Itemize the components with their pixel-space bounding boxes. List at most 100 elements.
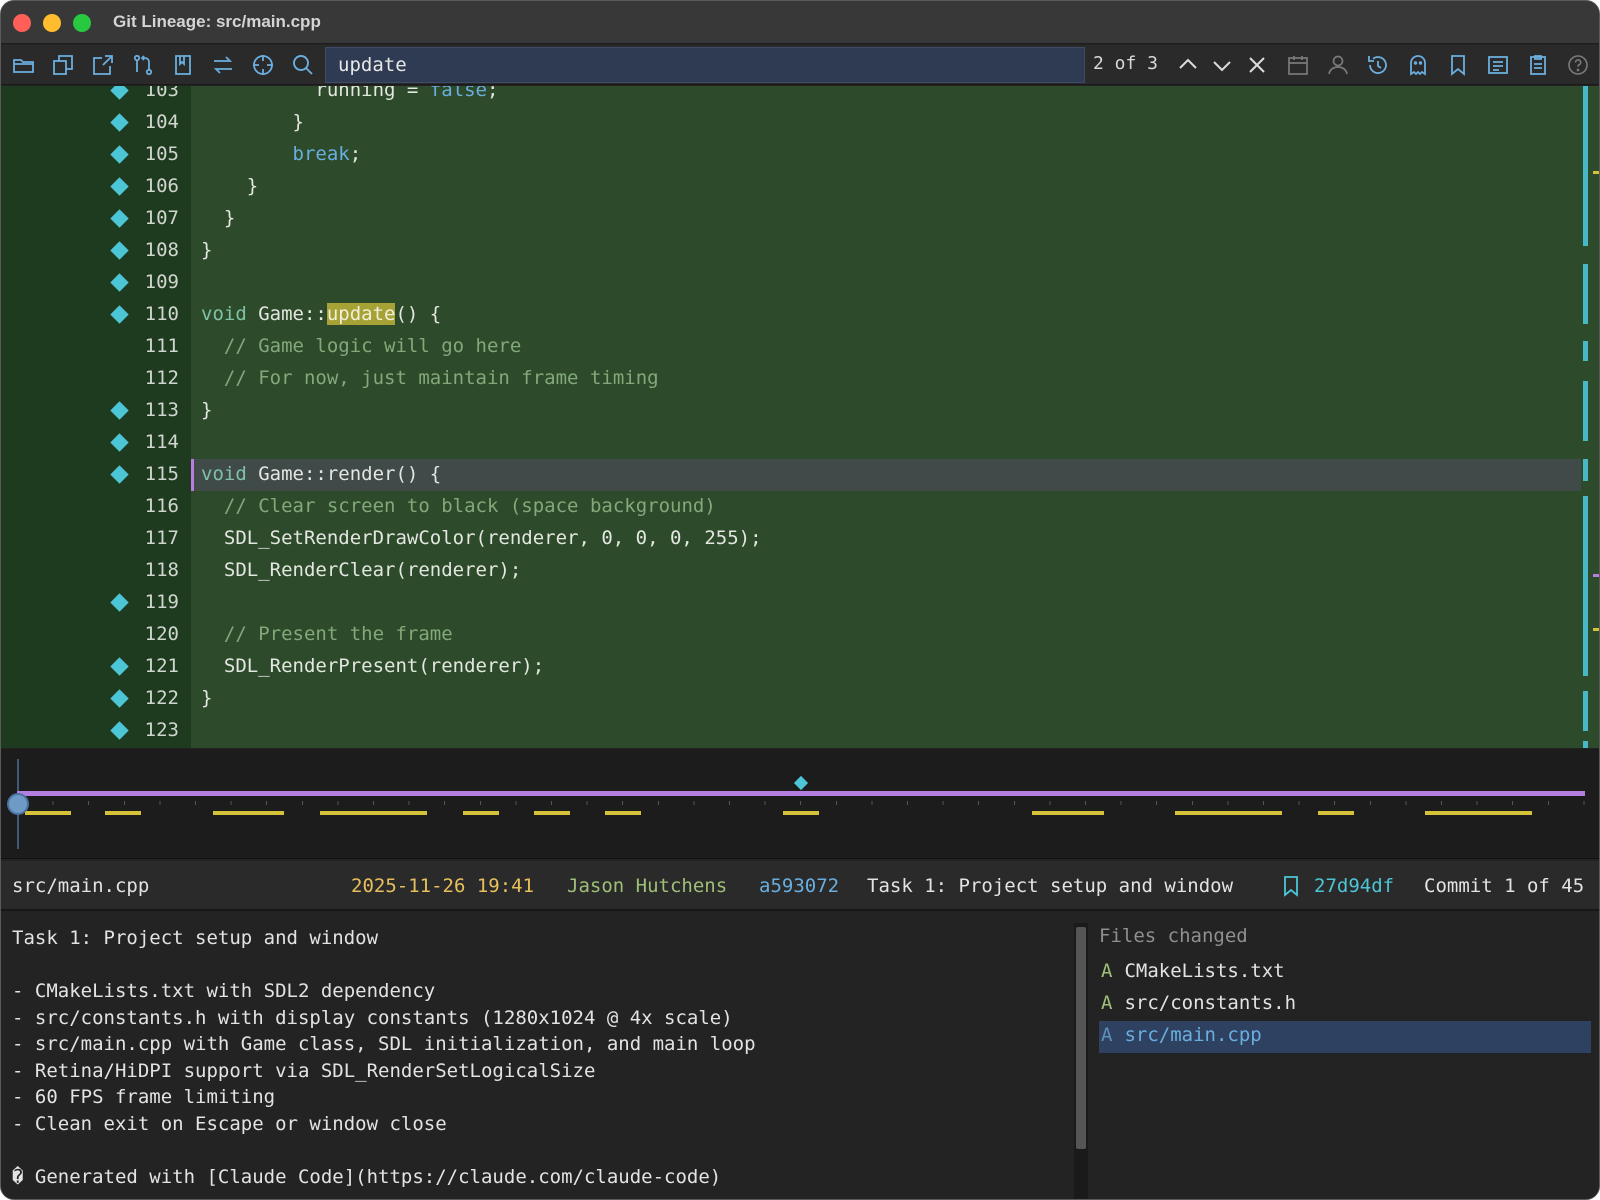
- zoom-window-button[interactable]: [73, 14, 91, 32]
- bookmark-icon[interactable]: [1281, 875, 1301, 897]
- file-row[interactable]: A CMakeLists.txt: [1099, 957, 1591, 989]
- code-line[interactable]: 107 }: [1, 203, 1581, 235]
- ghost-icon[interactable]: [1405, 52, 1431, 78]
- code-line[interactable]: 115 void Game::render() {: [1, 459, 1581, 491]
- timeline-segment: [1318, 811, 1354, 815]
- code-line[interactable]: 119: [1, 587, 1581, 619]
- change-diamond-icon[interactable]: [110, 305, 129, 324]
- code-text: void Game::update() {: [201, 303, 442, 325]
- status-bookmark-hash[interactable]: 27d94df: [1314, 875, 1394, 897]
- code-text: SDL_RenderPresent(renderer);: [201, 655, 545, 677]
- code-text: running = false;: [201, 86, 499, 101]
- scrollbar-thumb[interactable]: [1076, 927, 1086, 1149]
- minimize-window-button[interactable]: [43, 14, 61, 32]
- chevron-down-icon[interactable]: [1209, 52, 1235, 78]
- change-diamond-icon[interactable]: [110, 689, 129, 708]
- change-diamond-icon[interactable]: [110, 241, 129, 260]
- window-title: Git Lineage: src/main.cpp: [113, 12, 321, 31]
- timeline-scrubber-handle[interactable]: [7, 793, 29, 815]
- change-diamond-icon[interactable]: [110, 209, 129, 228]
- code-text: }: [201, 111, 304, 133]
- code-line[interactable]: 110 void Game::update() {: [1, 299, 1581, 331]
- timeline-segment: [213, 811, 284, 815]
- search-input[interactable]: [338, 48, 1058, 82]
- code-line[interactable]: 105 break;: [1, 139, 1581, 171]
- change-diamond-icon[interactable]: [110, 273, 129, 292]
- minimap-change-bar: [1583, 341, 1588, 361]
- details-pane: Task 1: Project setup and window - CMake…: [1, 913, 1599, 1199]
- change-diamond-icon[interactable]: [110, 465, 129, 484]
- user-icon[interactable]: [1325, 52, 1351, 78]
- timeline-track[interactable]: [17, 791, 1585, 796]
- code-editor[interactable]: 103 running = false; 104 } 105 break; 106 }…: [1, 86, 1599, 748]
- close-search-icon[interactable]: [1244, 52, 1270, 78]
- code-line[interactable]: 111 // Game logic will go here: [1, 331, 1581, 363]
- code-line[interactable]: 113}: [1, 395, 1581, 427]
- clipboard-icon[interactable]: [1525, 52, 1551, 78]
- change-diamond-icon[interactable]: [110, 433, 129, 452]
- notes-icon[interactable]: [1485, 52, 1511, 78]
- file-row-selected[interactable]: Asrc/main.cpp: [1099, 1021, 1591, 1053]
- code-line[interactable]: 109: [1, 267, 1581, 299]
- minimap-change-bar: [1583, 741, 1588, 748]
- status-commit-hash[interactable]: a593072: [759, 875, 839, 897]
- change-diamond-icon[interactable]: [110, 113, 129, 132]
- code-line[interactable]: 122}: [1, 683, 1581, 715]
- change-diamond-icon[interactable]: [110, 145, 129, 164]
- change-diamond-icon[interactable]: [110, 721, 129, 740]
- change-diamond-icon[interactable]: [110, 401, 129, 420]
- toolbar: 2 of 3: [1, 45, 1599, 85]
- line-number: 123: [144, 719, 179, 741]
- code-line[interactable]: 116 // Clear screen to black (space back…: [1, 491, 1581, 523]
- timeline-segment: [1425, 811, 1532, 815]
- book-icon[interactable]: [170, 52, 196, 78]
- external-link-icon[interactable]: [90, 52, 116, 78]
- code-line[interactable]: 117 SDL_SetRenderDrawColor(renderer, 0, …: [1, 523, 1581, 555]
- file-row[interactable]: Asrc/constants.h: [1099, 989, 1591, 1021]
- commit-timeline[interactable]: [1, 749, 1599, 859]
- chevron-up-icon[interactable]: [1175, 52, 1201, 78]
- code-line[interactable]: 106 }: [1, 171, 1581, 203]
- minimap-match-mark: [1593, 171, 1599, 174]
- code-line[interactable]: 114: [1, 427, 1581, 459]
- line-number: 118: [144, 559, 179, 581]
- status-bar: src/main.cpp 2025-11-26 19:41 Jason Hutc…: [1, 861, 1599, 911]
- code-line[interactable]: 108}: [1, 235, 1581, 267]
- calendar-icon[interactable]: [1285, 52, 1311, 78]
- code-line[interactable]: 120 // Present the frame: [1, 619, 1581, 651]
- code-text: // Clear screen to black (space backgrou…: [223, 495, 716, 517]
- search-icon[interactable]: [290, 52, 316, 78]
- timeline-segment: [1175, 811, 1282, 815]
- change-diamond-icon[interactable]: [110, 593, 129, 612]
- line-number: 113: [144, 399, 179, 421]
- status-commit-index: Commit 1 of 45: [1424, 875, 1585, 897]
- code-line[interactable]: 118 SDL_RenderClear(renderer);: [1, 555, 1581, 587]
- status-commit-subject: Task 1: Project setup and window: [867, 875, 1234, 897]
- code-line[interactable]: 104 }: [1, 107, 1581, 139]
- line-number: 122: [144, 687, 179, 709]
- help-icon[interactable]: [1565, 52, 1591, 78]
- change-diamond-icon[interactable]: [110, 86, 129, 100]
- line-number: 103: [144, 86, 179, 101]
- bookmark-icon[interactable]: [1445, 52, 1471, 78]
- code-line[interactable]: 103 running = false;: [1, 86, 1581, 107]
- change-diamond-icon[interactable]: [110, 177, 129, 196]
- branch-compare-icon[interactable]: [130, 52, 156, 78]
- app-window: Git Lineage: src/main.cpp 2 of 3: [0, 0, 1600, 1200]
- copy-icon[interactable]: [50, 52, 76, 78]
- code-line[interactable]: 123: [1, 715, 1581, 747]
- history-icon[interactable]: [1365, 52, 1391, 78]
- code-text: SDL_RenderClear(renderer);: [201, 559, 522, 581]
- minimap-match-mark: [1593, 628, 1599, 631]
- open-folder-icon[interactable]: [11, 52, 37, 78]
- status-author: Jason Hutchens: [567, 875, 728, 897]
- swap-icon[interactable]: [210, 52, 236, 78]
- code-line[interactable]: 121 SDL_RenderPresent(renderer);: [1, 651, 1581, 683]
- code-line[interactable]: 112 // For now, just maintain frame timi…: [1, 363, 1581, 395]
- crosshair-icon[interactable]: [250, 52, 276, 78]
- change-diamond-icon[interactable]: [110, 657, 129, 676]
- status-commit-date: 2025-11-26 19:41: [351, 875, 535, 897]
- close-window-button[interactable]: [13, 14, 31, 32]
- line-number: 105: [144, 143, 179, 165]
